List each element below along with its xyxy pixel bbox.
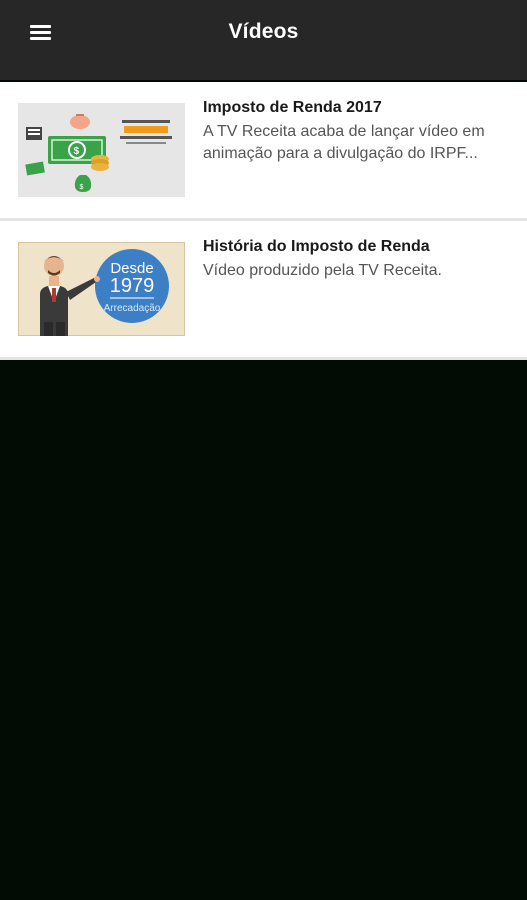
video-title: Imposto de Renda 2017: [203, 99, 382, 116]
video-description-line: A TV Receita acaba de lançar vídeo em: [203, 123, 485, 140]
svg-text:$: $: [80, 184, 84, 191]
thumbnail-badge-line3: Arrecadação: [104, 303, 161, 314]
video-list: $ $ Imposto de Renda 2017 A TV Receita a…: [0, 82, 527, 360]
video-item[interactable]: $ $ Imposto de Renda 2017 A TV Receita a…: [0, 82, 527, 221]
page-title: Vídeos: [228, 20, 299, 43]
app-screen: Vídeos $ $ Imposto de Renda 2017 A TV Re…: [0, 0, 527, 900]
video-text: Imposto de Renda 2017 A TV Receita acaba…: [203, 96, 513, 165]
video-text: História do Imposto de Renda Vídeo produ…: [203, 235, 513, 282]
video-title: História do Imposto de Renda: [203, 238, 430, 255]
app-bar: Vídeos: [0, 0, 527, 80]
video-item[interactable]: Desde 1979 Arrecadação História do Impos…: [0, 221, 527, 360]
thumbnail-badge-line2: 1979: [110, 275, 155, 297]
money-animation-thumbnail: $ $: [18, 103, 185, 197]
svg-text:$: $: [74, 146, 80, 157]
video-description-line: animação para a divulgação do IRPF...: [203, 145, 478, 162]
history-presenter-thumbnail: Desde 1979 Arrecadação: [18, 242, 185, 336]
video-description: Vídeo produzido pela TV Receita.: [203, 260, 513, 282]
video-description: A TV Receita acaba de lançar vídeo em an…: [203, 121, 513, 165]
video-description-line: Vídeo produzido pela TV Receita.: [203, 262, 442, 279]
